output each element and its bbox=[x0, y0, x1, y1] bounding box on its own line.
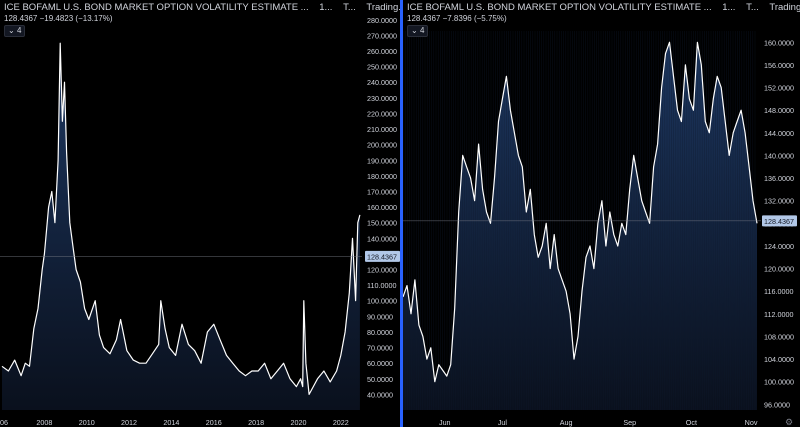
left-y-tick-label: 240.0000 bbox=[367, 78, 397, 87]
left-y-tick-label: 90.0000 bbox=[367, 312, 393, 321]
left-x-tick-label: 2016 bbox=[206, 418, 222, 427]
right-y-tick-label: 140.0000 bbox=[764, 151, 794, 160]
left-y-tick-label: 170.0000 bbox=[367, 187, 397, 196]
left-chart-panel[interactable]: 40.0000 50.0000 60.0000 70.0000 80.0000 90.00… bbox=[0, 0, 401, 427]
right-y-tick-label: 116.0000 bbox=[764, 287, 793, 296]
left-y-tick-label: 230.0000 bbox=[367, 94, 397, 103]
left-y-tick-label: 220.0000 bbox=[367, 109, 397, 118]
left-chart-header: ICE BOFAML U.S. BOND MARKET OPTION VOLAT… bbox=[4, 2, 401, 14]
right-y-tick-label: 144.0000 bbox=[764, 129, 794, 138]
chevron-down-icon: ⌄ bbox=[411, 26, 418, 35]
left-y-tick-label: 140.0000 bbox=[367, 234, 397, 243]
left-y-tick-label: 120.0000 bbox=[367, 266, 397, 275]
right-y-tick-label: 156.0000 bbox=[764, 61, 794, 70]
left-y-tick-label: 110.0000 bbox=[367, 281, 396, 290]
right-chart-exchange: T... bbox=[746, 2, 759, 13]
left-y-tick-label: 150.0000 bbox=[367, 219, 397, 228]
left-y-tick-label: 200.0000 bbox=[367, 141, 397, 150]
left-chart-svg[interactable]: 40.0000 50.0000 60.0000 70.0000 80.0000 90.00… bbox=[0, 0, 401, 427]
right-y-tick-label: 112.0000 bbox=[764, 310, 793, 319]
right-current-value-label: 128.4367 bbox=[764, 217, 794, 226]
left-chart-legend-values: 128.4367 −19.4823 (−13.17%) bbox=[4, 14, 113, 23]
left-indicators-collapse-button[interactable]: ⌄ 4 bbox=[4, 25, 26, 37]
left-y-tick-label: 80.0000 bbox=[367, 328, 393, 337]
right-chart-legend-values: 128.4367 −7.8396 (−5.75%) bbox=[407, 14, 507, 23]
left-y-tick-label: 50.0000 bbox=[367, 375, 393, 384]
right-x-tick-label: Jun bbox=[439, 418, 451, 427]
right-y-tick-label: 108.0000 bbox=[764, 332, 794, 341]
right-chart-panel[interactable]: 96.0000 100.0000 104.0000 108.0000 112.0000 1… bbox=[403, 0, 800, 427]
right-y-tick-label: 120.0000 bbox=[764, 265, 794, 274]
right-y-tick-label: 104.0000 bbox=[764, 355, 794, 364]
right-indicators-collapse-button[interactable]: ⌄ 4 bbox=[407, 25, 429, 37]
right-y-tick-label: 148.0000 bbox=[764, 106, 794, 115]
left-x-tick-label: 2014 bbox=[163, 418, 179, 427]
left-current-value-label: 128.4367 bbox=[367, 252, 397, 261]
left-chart-exchange: T... bbox=[343, 2, 356, 13]
left-x-tick-label: 2010 bbox=[79, 418, 95, 427]
right-chart-interval[interactable]: 1... bbox=[722, 2, 735, 13]
left-chart-interval[interactable]: 1... bbox=[319, 2, 332, 13]
left-y-tick-label: 60.0000 bbox=[367, 359, 393, 368]
right-x-tick-label: Jul bbox=[498, 418, 508, 427]
right-chart-header: ICE BOFAML U.S. BOND MARKET OPTION VOLAT… bbox=[407, 2, 800, 14]
left-y-tick-label: 280.0000 bbox=[367, 16, 397, 25]
right-x-tick-label: Aug bbox=[560, 418, 573, 427]
left-y-tick-label: 160.0000 bbox=[367, 203, 397, 212]
left-y-tick-label: 180.0000 bbox=[367, 172, 397, 181]
left-chart-source: Trading... bbox=[366, 2, 401, 13]
left-x-tick-label: 2018 bbox=[248, 418, 264, 427]
left-y-tick-label: 210.0000 bbox=[367, 125, 397, 134]
right-chart-svg[interactable]: 96.0000 100.0000 104.0000 108.0000 112.0000 1… bbox=[403, 0, 800, 427]
right-indicators-count: 4 bbox=[419, 26, 425, 35]
right-x-tick-label: Nov bbox=[745, 418, 758, 427]
right-x-tick-label: Sep bbox=[623, 418, 636, 427]
left-x-tick-label: 006 bbox=[0, 418, 8, 427]
right-chart-title: ICE BOFAML U.S. BOND MARKET OPTION VOLAT… bbox=[407, 2, 712, 13]
right-y-tick-label: 132.0000 bbox=[764, 197, 794, 206]
left-y-tick-label: 190.0000 bbox=[367, 156, 397, 165]
right-y-tick-label: 96.0000 bbox=[764, 400, 790, 409]
left-x-tick-label: 2012 bbox=[121, 418, 137, 427]
gear-icon[interactable]: ⚙ bbox=[785, 417, 793, 427]
right-chart-source: Trading... bbox=[769, 2, 800, 13]
left-y-tick-label: 250.0000 bbox=[367, 63, 397, 72]
right-y-tick-label: 100.0000 bbox=[764, 378, 794, 387]
right-x-tick-label: Oct bbox=[686, 418, 697, 427]
left-indicators-count: 4 bbox=[16, 26, 22, 35]
right-y-tick-label: 124.0000 bbox=[764, 242, 794, 251]
right-y-tick-label: 136.0000 bbox=[764, 174, 794, 183]
left-chart-title: ICE BOFAML U.S. BOND MARKET OPTION VOLAT… bbox=[4, 2, 309, 13]
right-y-tick-label: 152.0000 bbox=[764, 84, 794, 93]
left-y-tick-label: 270.0000 bbox=[367, 31, 397, 40]
left-x-tick-label: 2020 bbox=[290, 418, 306, 427]
left-x-tick-label: 2008 bbox=[36, 418, 52, 427]
left-x-tick-label: 2022 bbox=[333, 418, 349, 427]
left-y-tick-label: 40.0000 bbox=[367, 390, 393, 399]
chevron-down-icon: ⌄ bbox=[8, 26, 15, 35]
left-y-tick-label: 260.0000 bbox=[367, 47, 397, 56]
left-y-tick-label: 100.0000 bbox=[367, 297, 397, 306]
right-y-tick-label: 160.0000 bbox=[764, 38, 794, 47]
left-y-tick-label: 70.0000 bbox=[367, 344, 393, 353]
